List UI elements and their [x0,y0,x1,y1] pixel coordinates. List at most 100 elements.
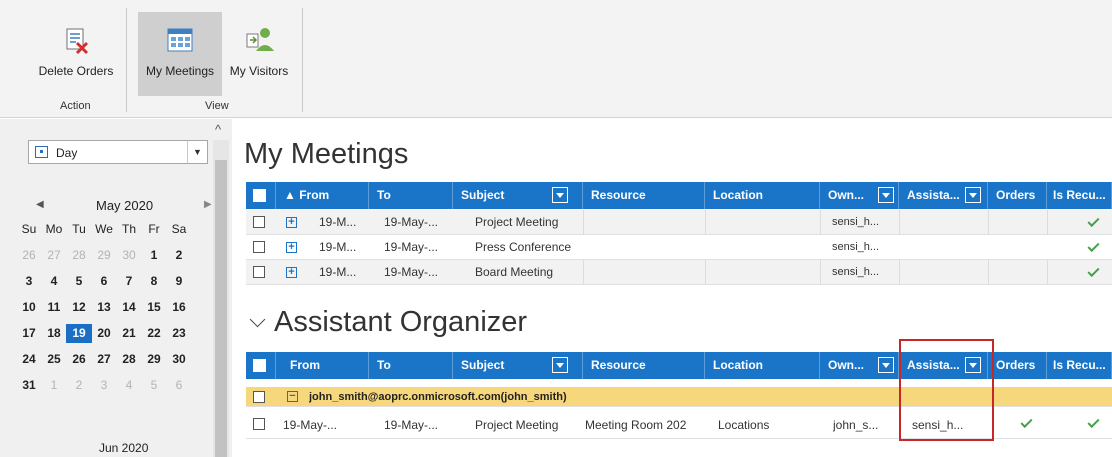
calendar-day[interactable]: 6 [91,274,117,288]
calendar-week: 10 11 12 13 14 15 16 [12,300,212,320]
row-checkbox[interactable] [253,266,265,278]
delete-orders-button[interactable]: Delete Orders [28,16,124,96]
cell-from: 19-M... [319,265,357,279]
expand-icon[interactable]: + [286,242,297,253]
column-header-from[interactable]: From [276,352,369,379]
expand-icon[interactable]: + [286,217,297,228]
scrollbar-thumb[interactable] [215,160,227,457]
calendar-day[interactable]: 26 [16,248,42,262]
calendar-day[interactable]: 16 [166,300,192,314]
calendar-day[interactable]: 20 [91,326,117,340]
calendar-day[interactable]: 5 [66,274,92,288]
filter-icon[interactable] [878,357,894,373]
table-row[interactable]: + 19-M... 19-May-... Board Meeting sensi… [246,260,1112,285]
calendar-day[interactable]: 28 [116,352,142,366]
select-all-checkbox[interactable] [253,359,266,372]
collapse-chevron-icon[interactable] [249,311,266,328]
calendar-day[interactable]: 6 [166,378,192,392]
my-visitors-label: My Visitors [229,64,289,78]
calendar-day[interactable]: 4 [116,378,142,392]
calendar-day[interactable]: 15 [141,300,167,314]
table-row[interactable]: + 19-M... 19-May-... Press Conference se… [246,235,1112,260]
calendar-day[interactable]: 31 [16,378,42,392]
left-scrollbar[interactable] [213,140,229,457]
select-all-checkbox[interactable] [253,189,266,202]
group-checkbox[interactable] [253,391,265,403]
column-header-to[interactable]: To [369,182,453,209]
calendar-day[interactable]: 1 [141,248,167,262]
calendar-day[interactable]: 4 [41,274,67,288]
filter-icon[interactable] [878,187,894,203]
calendar-day[interactable]: 18 [41,326,67,340]
calendar-day[interactable]: 3 [91,378,117,392]
column-header-subject[interactable]: Subject [453,182,583,209]
column-header-location[interactable]: Location [705,352,820,379]
calendar-day[interactable]: 7 [116,274,142,288]
calendar-day-selected[interactable]: 19 [66,324,92,343]
row-checkbox[interactable] [253,216,265,228]
calendar-day[interactable]: 29 [91,248,117,262]
prev-month-icon[interactable]: ◀ [36,199,44,210]
calendar-day[interactable]: 13 [91,300,117,314]
column-header-orders[interactable]: Orders [988,182,1047,209]
next-month-icon[interactable]: ▶ [204,199,212,210]
calendar-day[interactable]: 8 [141,274,167,288]
weekday-label: Sa [171,222,187,236]
group-label-action: Action [60,100,91,112]
calendar-day[interactable]: 9 [166,274,192,288]
calendar-day[interactable]: 3 [16,274,42,288]
calendar-day[interactable]: 17 [16,326,42,340]
calendar-day[interactable]: 27 [91,352,117,366]
view-selector[interactable]: Day ▼ [28,140,208,164]
calendar-day[interactable]: 29 [141,352,167,366]
filter-icon[interactable] [965,187,981,203]
my-meetings-button[interactable]: My Meetings [138,12,222,96]
column-header-to[interactable]: To [369,352,453,379]
column-header-subject[interactable]: Subject [453,352,583,379]
chevron-down-icon[interactable]: ▼ [187,141,207,163]
column-header-recurring[interactable]: Is Recu... [1047,182,1112,209]
calendar-day[interactable]: 30 [116,248,142,262]
calendar-day[interactable]: 30 [166,352,192,366]
calendar-day[interactable]: 21 [116,326,142,340]
calendar-day[interactable]: 25 [41,352,67,366]
calendar-day[interactable]: 11 [41,300,67,314]
column-header-recurring[interactable]: Is Recu... [1047,352,1112,379]
filter-icon[interactable] [552,187,568,203]
column-header-location[interactable]: Location [705,182,820,209]
column-header-orders[interactable]: Orders [988,352,1047,379]
ribbon-separator [126,8,127,112]
collapse-icon[interactable]: − [287,391,298,402]
column-header-resource[interactable]: Resource [583,182,705,209]
calendar-day[interactable]: 2 [166,248,192,262]
cell-from: 19-M... [319,215,357,229]
column-header-resource[interactable]: Resource [583,352,705,379]
calendar-day[interactable]: 1 [41,378,67,392]
calendar-day[interactable]: 14 [116,300,142,314]
row-checkbox[interactable] [253,241,265,253]
calendar-day[interactable]: 12 [66,300,92,314]
calendar-day[interactable]: 26 [66,352,92,366]
cell-to: 19-May-... [384,215,439,229]
calendar-day[interactable]: 23 [166,326,192,340]
filter-icon[interactable] [552,357,568,373]
column-header-owner[interactable]: Own... [820,182,899,209]
calendar-day[interactable]: 24 [16,352,42,366]
expand-icon[interactable]: + [286,267,297,278]
table-row[interactable]: + 19-M... 19-May-... Project Meeting sen… [246,210,1112,235]
calendar-day[interactable]: 5 [141,378,167,392]
column-header-owner[interactable]: Own... [820,352,899,379]
column-header-from[interactable]: ▲ From [276,182,369,209]
my-visitors-button[interactable]: My Visitors [226,16,292,96]
calendar-day[interactable]: 10 [16,300,42,314]
calendar-day[interactable]: 22 [141,326,167,340]
column-header-assistant[interactable]: Assista... [899,182,988,209]
my-meetings-label: My Meetings [145,64,215,78]
delete-orders-label: Delete Orders [38,64,114,78]
scroll-up-icon[interactable]: ^ [215,122,221,137]
calendar-day[interactable]: 27 [41,248,67,262]
calendar-day[interactable]: 28 [66,248,92,262]
column-divider [1047,260,1048,284]
row-checkbox[interactable] [253,418,265,430]
calendar-day[interactable]: 2 [66,378,92,392]
